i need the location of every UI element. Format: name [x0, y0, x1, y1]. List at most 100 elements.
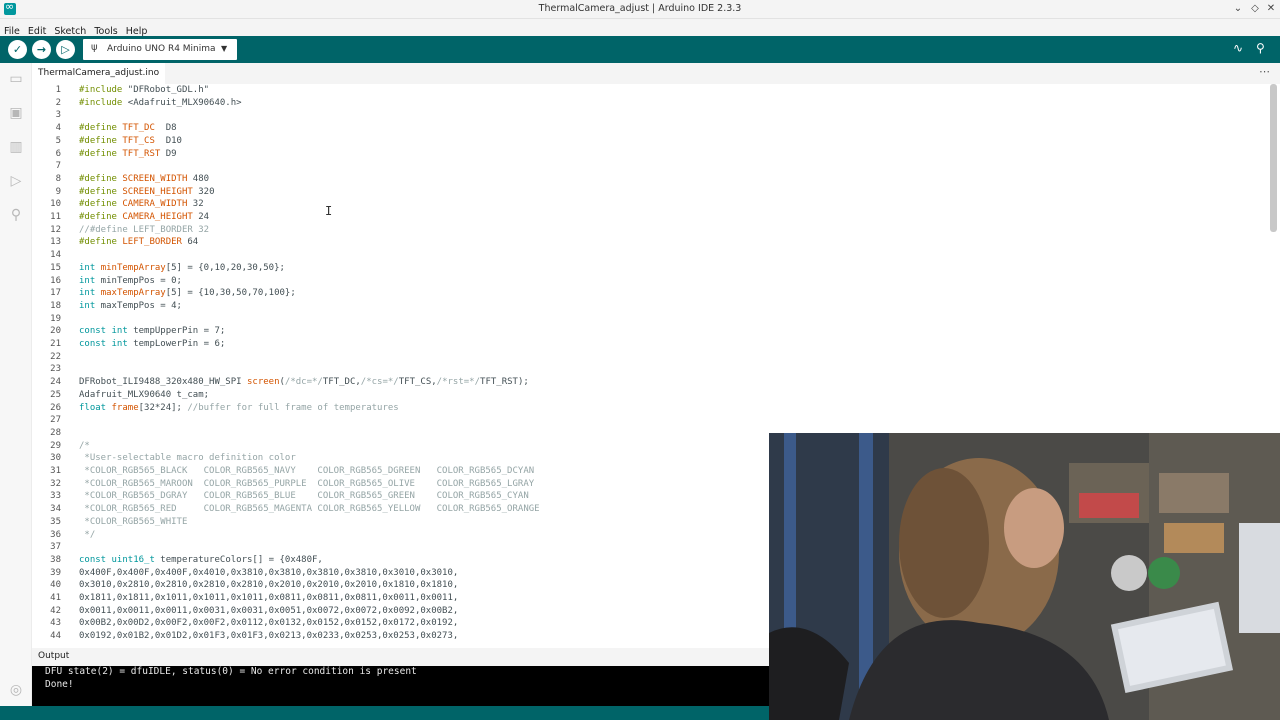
code-line: 8 #define SCREEN_WIDTH 480: [32, 174, 1280, 187]
code-line: 6 #define TFT_RST D9: [32, 149, 1280, 162]
line-number: 41: [50, 593, 61, 603]
code-line: 25 Adafruit_MLX90640 t_cam;: [32, 390, 1280, 403]
code-line: 12 //#define LEFT_BORDER 32: [32, 225, 1280, 238]
chevron-down-icon: ▼: [221, 44, 228, 53]
line-number: 25: [50, 389, 61, 400]
code-line: 14: [32, 250, 1280, 263]
line-number: 12: [50, 224, 61, 235]
menu-sketch[interactable]: Sketch: [50, 23, 90, 37]
board-name: Arduino UNO R4 Minima: [107, 44, 216, 54]
line-number: 15: [50, 262, 61, 273]
code-text: *User-selectable macro definition color: [79, 453, 296, 464]
folder-icon[interactable]: ▭: [8, 71, 24, 87]
menu-file[interactable]: File: [0, 23, 24, 37]
code-text: 0x400F,0x400F,0x400F,0x4010,0x3810,0x381…: [79, 567, 459, 578]
code-line: 11 #define CAMERA_HEIGHT 24: [32, 212, 1280, 225]
board-manager-icon[interactable]: ▣: [8, 105, 24, 121]
code-text: /*: [79, 440, 90, 451]
output-panel-header: Output: [32, 648, 769, 666]
window-title: ThermalCamera_adjust | Arduino IDE 2.3.3: [538, 3, 742, 14]
more-icon[interactable]: ⋯: [1259, 65, 1270, 78]
line-number: 6: [55, 148, 61, 159]
debug-button[interactable]: ▷: [56, 40, 75, 59]
line-number: 11: [50, 212, 61, 222]
webcam-overlay: [769, 433, 1280, 720]
line-number: 43: [50, 618, 61, 629]
board-selector[interactable]: ψ Arduino UNO R4 Minima ▼: [83, 39, 237, 60]
line-number: 8: [55, 173, 61, 184]
menu-help[interactable]: Help: [122, 23, 152, 37]
line-number: 16: [50, 275, 61, 286]
output-console: DFU state(2) = dfuIDLE, status(0) = No e…: [32, 666, 769, 706]
check-icon: ✓: [12, 43, 23, 56]
menu-tools[interactable]: Tools: [90, 23, 121, 37]
line-number: 18: [50, 300, 61, 311]
search-icon[interactable]: ⚲: [8, 207, 24, 223]
code-text: *COLOR_RGB565_BLACK COLOR_RGB565_NAVY CO…: [79, 466, 535, 476]
plotter-icon[interactable]: ∿: [1233, 41, 1243, 55]
code-text: 0x0011,0x0011,0x0011,0x0031,0x0031,0x005…: [79, 605, 459, 616]
line-number: 40: [50, 580, 61, 591]
code-text: #define SCREEN_WIDTH 480: [79, 173, 210, 184]
line-number: 24: [50, 377, 61, 388]
monitor-icon[interactable]: ⚲: [1256, 41, 1265, 55]
debug-panel-icon[interactable]: ▷: [8, 173, 24, 189]
code-line: 15 int minTempArray[5] = {0,10,20,30,50};: [32, 263, 1280, 276]
library-icon[interactable]: ▥: [8, 139, 24, 155]
code-line: 19: [32, 314, 1280, 327]
line-number: 27: [50, 415, 61, 426]
close-icon[interactable]: ✕: [1263, 1, 1279, 17]
code-text: #define SCREEN_HEIGHT 320: [79, 186, 215, 197]
console-line: Done!: [45, 678, 74, 690]
line-number: 22: [50, 351, 61, 362]
menu-bar: File Edit Sketch Tools Help: [0, 19, 1280, 37]
line-number: 19: [50, 313, 61, 324]
line-number: 35: [50, 516, 61, 527]
code-text: int minTempArray[5] = {0,10,20,30,50};: [79, 262, 285, 273]
code-line: 9 #define SCREEN_HEIGHT 320: [32, 187, 1280, 200]
code-text: #define CAMERA_HEIGHT 24: [79, 212, 210, 222]
code-line: 13 #define LEFT_BORDER 64: [32, 237, 1280, 250]
line-number: 34: [50, 504, 61, 515]
upload-button[interactable]: →: [32, 40, 51, 59]
code-text: *COLOR_RGB565_WHITE: [79, 516, 188, 527]
line-number: 9: [55, 186, 61, 197]
maximize-icon[interactable]: ◇: [1247, 1, 1263, 17]
code-line: 7: [32, 161, 1280, 174]
code-line: 5 #define TFT_CS D10: [32, 136, 1280, 149]
code-line: 1 #include "DFRobot_GDL.h": [32, 85, 1280, 98]
code-text: int maxTempPos = 4;: [79, 300, 182, 311]
code-text: const int tempLowerPin = 6;: [79, 339, 226, 349]
line-number: 10: [50, 199, 61, 210]
line-number: 2: [55, 97, 61, 108]
line-number: 29: [50, 440, 61, 451]
line-number: 4: [55, 123, 61, 134]
code-line: 20 const int tempUpperPin = 7;: [32, 326, 1280, 339]
line-number: 23: [50, 364, 61, 375]
line-number: 31: [50, 466, 61, 476]
line-number: 44: [50, 631, 61, 642]
code-text: #define TFT_DC D8: [79, 123, 177, 134]
line-number: 42: [50, 605, 61, 616]
tab-thermalcamera-adjust[interactable]: ThermalCamera_adjust.ino: [32, 63, 166, 84]
code-text: *COLOR_RGB565_MAROON COLOR_RGB565_PURPLE…: [79, 478, 535, 489]
code-line: 23: [32, 364, 1280, 377]
code-text: 0x1811,0x1811,0x1011,0x1011,0x1011,0x081…: [79, 593, 459, 603]
menu-edit[interactable]: Edit: [24, 23, 50, 37]
code-line: 4 #define TFT_DC D8: [32, 123, 1280, 136]
account-icon[interactable]: ◎: [8, 682, 24, 698]
code-text: #include <Adafruit_MLX90640.h>: [79, 97, 242, 108]
toolbar: ✓ → ▷ ψ Arduino UNO R4 Minima ▼ ∿ ⚲: [0, 36, 1280, 63]
code-text: *COLOR_RGB565_RED COLOR_RGB565_MAGENTA C…: [79, 504, 540, 515]
code-line: 21 const int tempLowerPin = 6;: [32, 339, 1280, 352]
code-text: *COLOR_RGB565_DGRAY COLOR_RGB565_BLUE CO…: [79, 491, 529, 502]
code-text: const uint16_t temperatureColors[] = {0x…: [79, 554, 323, 565]
code-text: //#define LEFT_BORDER 32: [79, 224, 210, 235]
editor-scrollbar[interactable]: [1270, 84, 1277, 232]
minimize-icon[interactable]: ⌄: [1230, 1, 1246, 17]
arrow-right-icon: →: [36, 43, 47, 56]
code-text: 0x3010,0x2810,0x2810,0x2810,0x2810,0x201…: [79, 580, 459, 591]
code-text: #define TFT_CS D10: [79, 135, 182, 146]
code-text: float frame[32*24]; //buffer for full fr…: [79, 402, 399, 413]
verify-button[interactable]: ✓: [8, 40, 27, 59]
